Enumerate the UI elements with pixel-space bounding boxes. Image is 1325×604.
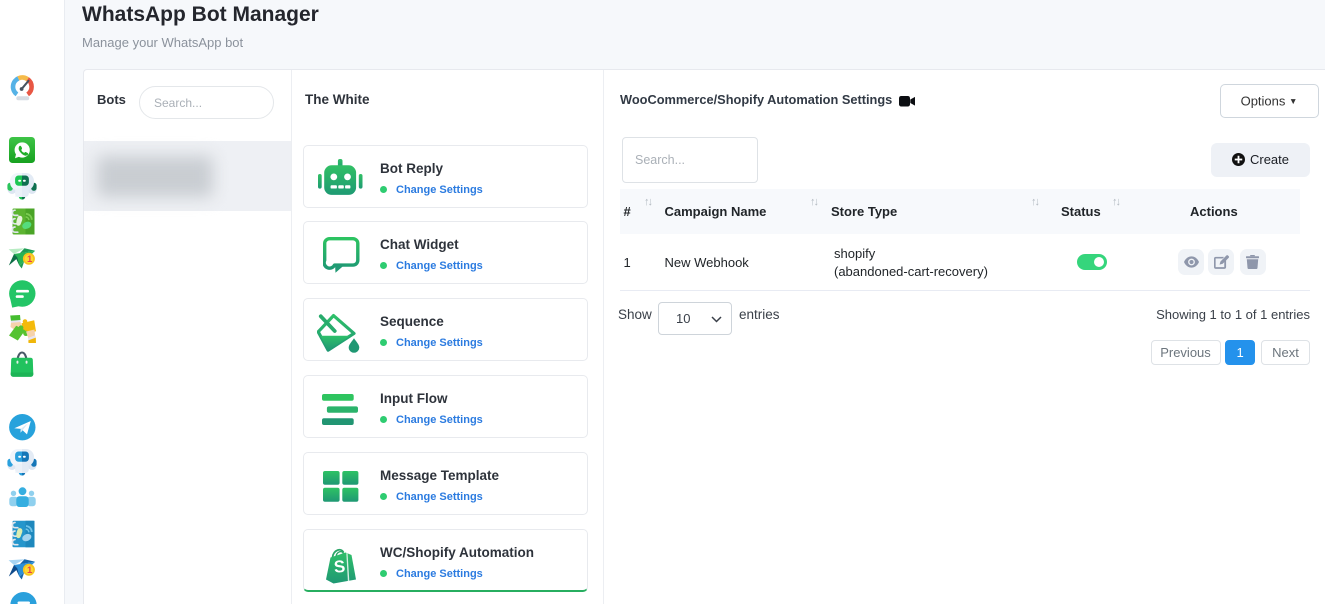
svg-text:1: 1 [27,565,33,576]
svg-text:S: S [333,556,346,576]
svg-text:1: 1 [27,254,33,265]
